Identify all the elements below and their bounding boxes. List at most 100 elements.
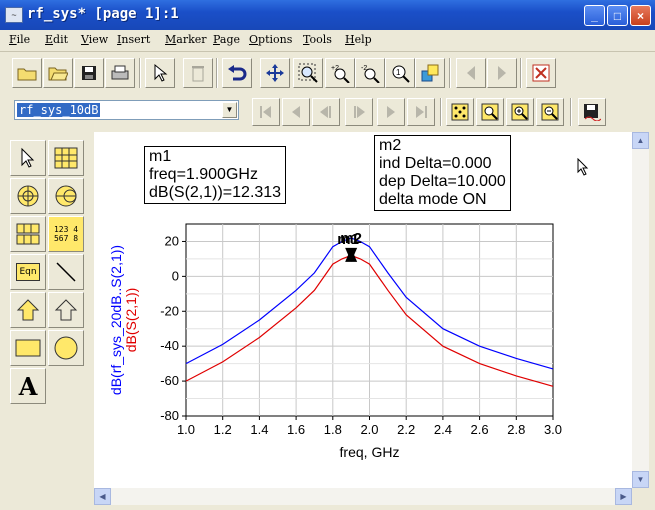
- scroll-up-icon[interactable]: ▲: [632, 132, 649, 149]
- zoom-one-icon[interactable]: 1: [385, 58, 415, 88]
- minimize-button[interactable]: _: [584, 5, 605, 26]
- plot-canvas[interactable]: 1.0 1.2 1.4 1.6 1.8 2.0 2.2 2.4 2.6 2.8 3.0 20 0 -20 -…: [94, 132, 632, 488]
- first-page-icon[interactable]: [252, 98, 280, 126]
- page-zoom-area-icon[interactable]: [476, 98, 504, 126]
- rectangular-plot-icon[interactable]: [48, 140, 84, 176]
- mouse-cursor-icon: [577, 158, 589, 176]
- next-page-icon[interactable]: [377, 98, 405, 126]
- menu-options[interactable]: Options: [249, 33, 292, 46]
- list-icon[interactable]: 123 4 567 8: [48, 216, 84, 252]
- x-tick-label: 1.4: [250, 422, 268, 437]
- menu-page[interactable]: Page: [213, 33, 240, 46]
- view-all-icon[interactable]: [415, 58, 445, 88]
- marker-m2-readout[interactable]: m2 ind Delta=0.000 dep Delta=10.000 delt…: [374, 135, 511, 211]
- text-icon[interactable]: A: [10, 368, 46, 404]
- marker-m2-dep-delta: dep Delta=10.000: [379, 173, 506, 190]
- page-selector[interactable]: rf_sys_10dB ▼: [14, 100, 239, 120]
- select-pointer-icon[interactable]: [145, 58, 175, 88]
- polygon-icon[interactable]: [48, 292, 84, 328]
- list-icon-label-a: 123 4: [53, 225, 79, 234]
- x-tick-label: 2.8: [507, 422, 525, 437]
- page-toolbar: rf_sys_10dB ▼: [0, 96, 655, 130]
- zoom-out-icon[interactable]: -2: [355, 58, 385, 88]
- menu-bar: File Edit View Insert Marker Page Option…: [0, 30, 655, 52]
- x-tick-label: 2.4: [434, 422, 452, 437]
- page-fit-icon[interactable]: [446, 98, 474, 126]
- y-tick-label: 20: [165, 233, 179, 248]
- save-icon[interactable]: [74, 58, 104, 88]
- list-icon-label-b: 567 8: [53, 234, 79, 243]
- save-plot-icon[interactable]: [578, 98, 606, 126]
- marker-m1-label: m1: [337, 231, 359, 248]
- move-icon[interactable]: [260, 58, 290, 88]
- open-icon[interactable]: [43, 58, 73, 88]
- chevron-down-icon[interactable]: ▼: [222, 102, 237, 118]
- menu-file[interactable]: File: [9, 33, 30, 46]
- previous-icon[interactable]: [456, 58, 486, 88]
- page-zoom-in-icon[interactable]: [506, 98, 534, 126]
- menu-help[interactable]: Help: [345, 33, 372, 46]
- y-tick-label: 0: [172, 268, 179, 283]
- plot-palette: 123 4 567 8 Eqn A: [8, 136, 90, 406]
- x-tick-label: 1.0: [177, 422, 195, 437]
- close-button[interactable]: ×: [630, 5, 651, 26]
- y-tick-label: -60: [160, 373, 179, 388]
- menu-edit[interactable]: Edit: [45, 33, 68, 46]
- marker-m2-name: m2: [379, 137, 402, 154]
- equation-label: Eqn: [16, 263, 40, 281]
- x-tick-label: 2.2: [397, 422, 415, 437]
- x-tick-label: 2.6: [471, 422, 489, 437]
- maximize-button[interactable]: □: [607, 5, 628, 26]
- x-tick-label: 1.2: [214, 422, 232, 437]
- page-zoom-out-icon[interactable]: [536, 98, 564, 126]
- last-page-icon[interactable]: [407, 98, 435, 126]
- line-icon[interactable]: [48, 254, 84, 290]
- toolbar-separator: [216, 58, 218, 88]
- stacked-plot-icon[interactable]: [10, 216, 46, 252]
- print-icon[interactable]: [105, 58, 135, 88]
- scrollbar-corner: [632, 488, 649, 505]
- marker-m1-readout[interactable]: m1 freq=1.900GHz dB(S(2,1))=12.313: [144, 146, 287, 204]
- circle-icon[interactable]: [48, 330, 84, 366]
- select-pointer-icon[interactable]: [10, 140, 46, 176]
- step-back-icon[interactable]: [312, 98, 340, 126]
- polyline-icon[interactable]: [10, 292, 46, 328]
- marker-m1-value: dB(S(2,1))=12.313: [149, 184, 282, 201]
- x-tick-label: 1.6: [287, 422, 305, 437]
- y-tick-label: -20: [160, 303, 179, 318]
- marker-m2-delta-mode: delta mode ON: [379, 191, 487, 208]
- scroll-left-icon[interactable]: ◀: [94, 488, 111, 505]
- marker-m1-freq: freq=1.900GHz: [149, 166, 258, 183]
- menu-marker[interactable]: Marker: [165, 33, 207, 46]
- y-axis-label-blue: dB(rf_sys_20dB..S(2,1)): [108, 245, 124, 395]
- next-icon[interactable]: [487, 58, 517, 88]
- scroll-down-icon[interactable]: ▼: [632, 471, 649, 488]
- toolbar-separator: [520, 58, 522, 88]
- menu-view[interactable]: View: [81, 33, 108, 46]
- menu-insert[interactable]: Insert: [117, 33, 150, 46]
- delete-icon[interactable]: [183, 58, 213, 88]
- x-axis-label: freq, GHz: [340, 444, 400, 460]
- undo-icon[interactable]: [222, 58, 252, 88]
- stop-icon[interactable]: [526, 58, 556, 88]
- horizontal-scrollbar[interactable]: ◀ ▶: [94, 488, 632, 505]
- polar-plot-icon[interactable]: [10, 178, 46, 214]
- y-tick-label: -80: [160, 408, 179, 423]
- equation-icon[interactable]: Eqn: [10, 254, 46, 290]
- scroll-right-icon[interactable]: ▶: [615, 488, 632, 505]
- toolbar-separator: [139, 58, 141, 88]
- previous-page-icon[interactable]: [282, 98, 310, 126]
- rectangle-icon[interactable]: [10, 330, 46, 366]
- x-tick-label: 1.8: [324, 422, 342, 437]
- smith-chart-icon[interactable]: [48, 178, 84, 214]
- toolbar-separator: [440, 98, 442, 126]
- zoom-in-icon[interactable]: +2: [325, 58, 355, 88]
- menu-tools[interactable]: Tools: [303, 33, 332, 46]
- new-icon[interactable]: [12, 58, 42, 88]
- x-tick-label: 2.0: [360, 422, 378, 437]
- step-forward-icon[interactable]: [345, 98, 373, 126]
- y-axis-label-red: dB(S(2,1)): [123, 288, 139, 353]
- zoom-area-icon[interactable]: [293, 58, 323, 88]
- app-icon[interactable]: ~: [5, 7, 23, 23]
- vertical-scrollbar[interactable]: ▲ ▼: [632, 132, 649, 488]
